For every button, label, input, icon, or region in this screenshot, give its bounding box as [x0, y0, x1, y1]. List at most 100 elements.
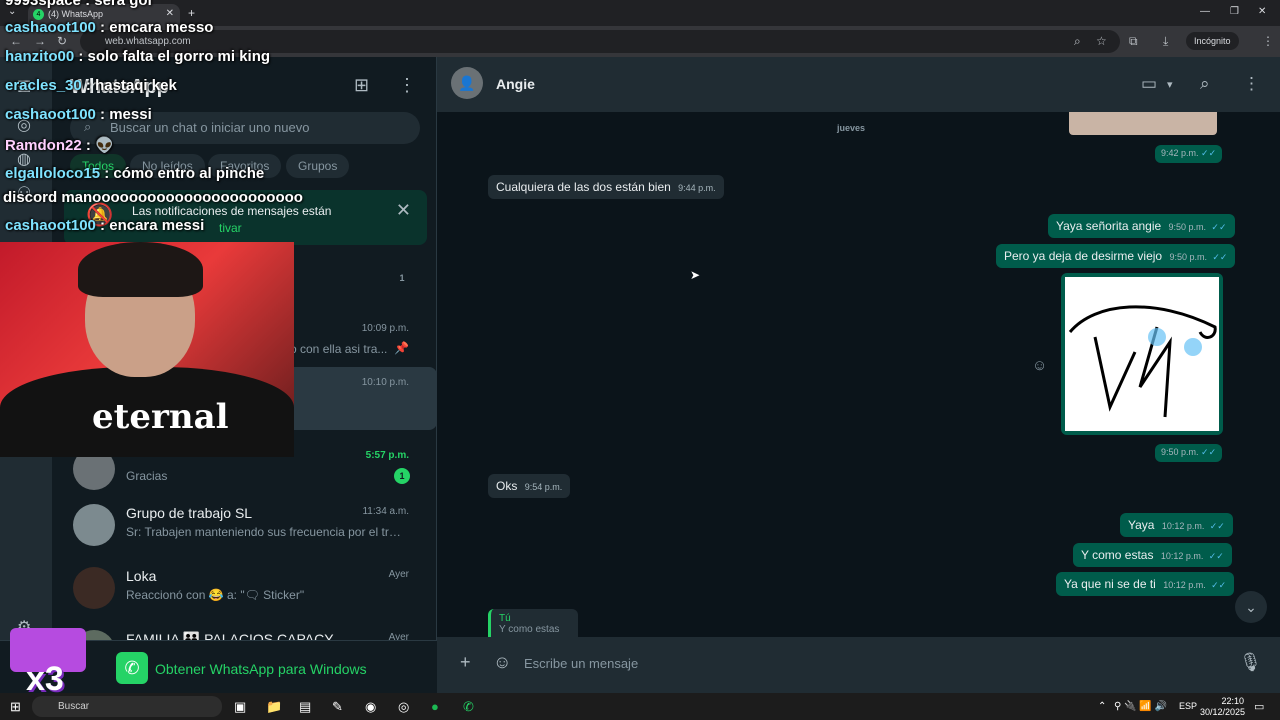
bookmark-star-icon[interactable]: ☆	[1096, 34, 1107, 48]
message-text: Yaya	[1128, 518, 1155, 532]
contact-avatar[interactable]: 👤	[451, 67, 483, 99]
chat-preview: o con ella asi tra...	[290, 342, 388, 356]
video-call-icon[interactable]: ▭	[1141, 74, 1157, 94]
message-text: Pero ya deja de desirme viejo	[1004, 249, 1163, 263]
zoom-icon[interactable]: ⌕	[1074, 34, 1081, 49]
whatsapp-logo-icon: ✆	[116, 652, 148, 684]
chat-time: 11:34 a.m.	[362, 506, 409, 517]
chat-time: 5:57 p.m.	[365, 450, 409, 461]
close-window-icon[interactable]: ✕	[1258, 6, 1266, 17]
message-time: 9:50 p.m.	[1161, 447, 1199, 457]
spotify-icon[interactable]: ●	[431, 699, 439, 714]
taskbar-search-label: Buscar	[58, 701, 90, 712]
stream-chat-overlay: 9993space : será gol cashaoot100 : emcar…	[0, 0, 303, 240]
stream-chat-user: cashaoot100	[5, 106, 96, 123]
file-explorer-icon[interactable]: 📁	[266, 699, 282, 715]
message-text: Cualquiera de las dos están bien	[496, 180, 671, 194]
incognito-badge[interactable]: Incógnito	[1186, 32, 1239, 50]
message-input[interactable]: Escribe un mensaje	[519, 646, 1219, 682]
stream-chat-text: : encara messi	[95, 217, 205, 234]
message-outgoing[interactable]: Pero ya deja de desirme viejo 9:50 p.m. …	[996, 244, 1236, 268]
microphone-icon[interactable]: 🎙	[1239, 652, 1262, 673]
message-outgoing[interactable]: Yaya 10:12 p.m. ✓✓	[1120, 513, 1233, 537]
attach-plus-icon[interactable]: +	[460, 652, 471, 673]
stream-chat-line: discord manooooooooooooooooooooooo	[3, 189, 303, 206]
chat-list-item[interactable]: Grupo de trabajo SL 11:34 a.m. Sr: Traba…	[52, 496, 437, 559]
stream-chat-line: hanzito00 : solo falta el gorro mi king	[5, 48, 270, 65]
tray-icons[interactable]: ⚲ 🔌 📶 🔊	[1114, 701, 1167, 712]
stream-chat-text: : 👽	[81, 137, 114, 154]
taskbar-clock[interactable]: 22:10 30/12/2025	[1200, 696, 1246, 718]
chat-name: FAMILIA 👪 PALACIOS CAPACY	[126, 631, 334, 640]
stream-chat-line: eracles_30 : hastaqi kek	[5, 77, 177, 94]
task-view-icon[interactable]: ▣	[234, 699, 246, 715]
tray-overflow-icon[interactable]: ⌃	[1098, 701, 1106, 712]
chrome-icon[interactable]: ◉	[365, 699, 376, 715]
whatsapp-taskbar-icon[interactable]: ✆	[463, 699, 474, 715]
browser-menu-icon[interactable]: ⋮	[1262, 34, 1274, 48]
react-emoji-icon[interactable]: ☺	[1032, 357, 1047, 374]
new-chat-icon[interactable]: ⊞	[354, 75, 369, 96]
shirt-print-text: eternal	[92, 397, 229, 437]
chat-menu-icon[interactable]: ⋮	[1243, 74, 1260, 94]
message-outgoing[interactable]: Y como estas 10:12 p.m. ✓✓	[1073, 543, 1232, 567]
read-ticks-icon: ✓✓	[1211, 580, 1227, 590]
image-message[interactable]	[1061, 273, 1223, 435]
notepad-icon[interactable]: ▤	[299, 699, 311, 715]
read-ticks-icon: ✓✓	[1211, 222, 1227, 232]
read-ticks-icon: ✓✓	[1208, 551, 1224, 561]
drawing-image[interactable]	[1065, 277, 1219, 431]
chat-preview: Sr: Trabajen manteniendo sus frecuencia …	[126, 525, 406, 539]
drawing-sketch	[1068, 305, 1217, 418]
search-messages-icon[interactable]: ⌕	[1200, 74, 1210, 94]
minimize-icon[interactable]: —	[1200, 6, 1210, 17]
sidebar-menu-icon[interactable]: ⋮	[398, 75, 416, 96]
quoted-reply[interactable]: Tú Y como estas	[488, 609, 578, 639]
windows-taskbar: ⊞ Buscar ▣ 📁 ▤ ✎ ◉ ◎ ● ✆ ⌃ ⚲ 🔌 📶 🔊 ESP 2…	[0, 693, 1280, 720]
message-outgoing[interactable]: Yaya señorita angie 9:50 p.m. ✓✓	[1048, 214, 1235, 238]
emoji-sticker-icon[interactable]: ☺	[493, 652, 511, 673]
conversation-header[interactable]: 👤 Angie ▭ ▾ ⌕ ⋮	[437, 57, 1280, 112]
stream-chat-user: Ramdon22	[5, 137, 82, 154]
obs-icon[interactable]: ◎	[398, 699, 409, 715]
download-icon[interactable]: ⤓	[1163, 34, 1168, 49]
avatar	[73, 504, 115, 546]
restore-icon[interactable]: ❐	[1230, 6, 1239, 17]
message-incoming[interactable]: Oks 9:54 p.m.	[488, 474, 571, 498]
message-time: 9:44 p.m.	[678, 183, 716, 193]
message-incoming[interactable]: Cualquiera de las dos están bien 9:44 p.…	[488, 175, 724, 199]
webcam-overlay: eternal	[0, 242, 294, 457]
chat-list-item[interactable]: Loka Ayer Reaccionó con 😂 a: "🗨 Sticker"	[52, 559, 437, 622]
conversation-pane: 👤 Angie ▭ ▾ ⌕ ⋮ jueves 9:42 p.m. ✓✓ Cual…	[437, 57, 1280, 693]
message-time: 10:12 p.m.	[1163, 580, 1206, 590]
stream-chat-user: hanzito00	[5, 48, 75, 65]
get-windows-app-link[interactable]: Obtener WhatsApp para Windows	[155, 661, 367, 677]
stream-chat-line: elgalloloco15 : cómo entro al pinche	[5, 165, 264, 182]
windows-start-icon[interactable]: ⊞	[10, 699, 21, 715]
pin-icon: 📌	[394, 341, 409, 355]
mouse-cursor-icon: ➤	[690, 268, 701, 282]
stream-chat-text: discord manooooooooooooooooooooooo	[3, 189, 303, 206]
clock-date: 30/12/2025	[1200, 707, 1246, 717]
call-dropdown-icon[interactable]: ▾	[1167, 78, 1173, 91]
chat-name: Loka	[126, 568, 157, 584]
message-text: Ya que ni se de ti	[1064, 577, 1156, 591]
extensions-icon[interactable]: ⧉	[1129, 34, 1138, 49]
taskbar-search[interactable]: Buscar	[32, 696, 222, 717]
close-notification-icon[interactable]: ✕	[396, 200, 411, 221]
message-outgoing[interactable]: Ya que ni se de ti 10:12 p.m. ✓✓	[1056, 572, 1235, 596]
stream-chat-text: : messi	[95, 106, 152, 123]
contact-name[interactable]: Angie	[496, 76, 535, 92]
message-meta: 9:42 p.m. ✓✓	[1155, 145, 1223, 163]
notifications-icon[interactable]: ▭	[1254, 700, 1264, 713]
app-icon[interactable]: ✎	[332, 699, 343, 715]
chat-list-item[interactable]: FAMILIA 👪 PALACIOS CAPACY Ayer	[52, 622, 437, 640]
image-message-partial[interactable]	[1069, 112, 1217, 135]
webcam-hair	[78, 242, 203, 297]
scroll-to-bottom-icon[interactable]: ⌄	[1235, 591, 1267, 623]
stream-chat-line: cashaoot100 : messi	[5, 106, 152, 123]
input-language[interactable]: ESP	[1179, 701, 1197, 711]
chat-time: 10:09 p.m.	[361, 323, 409, 334]
message-time: 9:54 p.m.	[524, 482, 563, 492]
chat-time: Ayer	[388, 632, 409, 640]
